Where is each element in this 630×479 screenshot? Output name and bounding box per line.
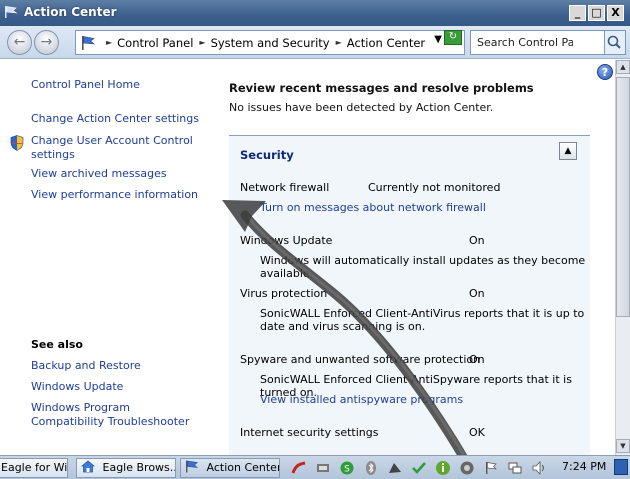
search-icon [607, 35, 621, 49]
home-icon [81, 460, 95, 473]
scroll-up-button[interactable]: ▲ [616, 60, 630, 74]
status-message: No issues have been detected by Action C… [229, 101, 494, 114]
removable-device-icon[interactable] [459, 460, 475, 476]
window-title: Action Center [24, 5, 117, 19]
taskbar: Eagle for Wi... Eagle Brows... Action Ce… [0, 455, 630, 479]
navigation-bar: ← → ► Control Panel ► System and Securit… [0, 26, 630, 59]
taskbar-item-label: Eagle for Wi... [1, 461, 68, 474]
windows-update-description: Windows will automatically install updat… [260, 254, 586, 280]
breadcrumb-system-and-security[interactable]: System and Security [211, 36, 330, 50]
change-action-center-settings-link[interactable]: Change Action Center settings [31, 112, 206, 126]
control-panel-home-link[interactable]: Control Panel Home [31, 78, 206, 92]
system-clock[interactable]: 7:24 PM [562, 460, 606, 473]
action-center-flag-icon[interactable] [483, 460, 499, 476]
spyware-protection-status: On [469, 353, 485, 366]
internet-security-settings-status: OK [469, 426, 485, 439]
taskbar-item-eagle-browser[interactable]: Eagle Brows... [76, 458, 176, 478]
virus-protection-status: On [469, 287, 485, 300]
svg-text:S: S [344, 465, 350, 475]
breadcrumb-action-center[interactable]: Action Center [347, 36, 425, 50]
taskbar-item-action-center[interactable]: Action Center [180, 458, 280, 478]
chevron-right-icon[interactable]: ► [199, 38, 205, 47]
network-firewall-label: Network firewall [240, 181, 330, 194]
windows-update-label: Windows Update [240, 234, 333, 247]
taskbar-item-label: Eagle Brows... [102, 461, 176, 474]
volume-icon[interactable] [531, 460, 547, 476]
control-panel-flag-icon [82, 36, 95, 50]
minimize-button[interactable]: _ [569, 5, 586, 21]
bluetooth-icon[interactable] [363, 460, 379, 476]
chevron-right-icon[interactable]: ► [336, 38, 342, 47]
spyware-protection-label: Spyware and unwanted software protection [240, 353, 481, 366]
search-input[interactable] [475, 34, 575, 51]
view-performance-information-link[interactable]: View performance information [31, 188, 206, 202]
main-content: Review recent messages and resolve probl… [210, 60, 615, 456]
virus-protection-label: Virus protection [240, 287, 328, 300]
security-section: Security ▲ Network firewall Currently no… [229, 136, 590, 456]
breadcrumb-control-panel[interactable]: Control Panel [117, 36, 193, 50]
security-shield-icon[interactable]: S [339, 460, 355, 476]
action-center-flag-icon [186, 460, 199, 473]
virus-protection-description: SonicWALL Enforced Client-AntiVirus repo… [260, 307, 585, 333]
turn-on-firewall-messages-link[interactable]: Turn on messages about network firewall [260, 201, 486, 214]
network-utility-icon[interactable] [387, 460, 403, 476]
program-compatibility-troubleshooter-link[interactable]: Windows Program Compatibility Troublesho… [31, 401, 191, 429]
view-archived-messages-link[interactable]: View archived messages [31, 167, 206, 181]
network-tool-icon[interactable] [315, 460, 331, 476]
windows-update-link[interactable]: Windows Update [31, 380, 206, 394]
close-button[interactable]: X [607, 5, 624, 21]
action-center-flag-icon [5, 6, 18, 18]
taskbar-item-eagle-for-windows[interactable]: Eagle for Wi... [0, 458, 68, 478]
checkmark-icon[interactable] [411, 460, 427, 476]
taskbar-item-label: Action Center [206, 461, 280, 474]
windows-update-status: On [469, 234, 485, 247]
maximize-button[interactable]: □ [588, 5, 605, 21]
see-also-heading: See also [31, 338, 83, 351]
back-button[interactable]: ← [7, 30, 32, 55]
forward-button[interactable]: → [34, 30, 59, 55]
address-dropdown-icon[interactable]: ▼ [434, 34, 442, 45]
collapse-section-button[interactable]: ▲ [559, 142, 577, 160]
internet-security-settings-label: Internet security settings [240, 426, 379, 439]
scroll-thumb[interactable] [616, 77, 630, 317]
info-icon[interactable] [435, 460, 451, 476]
left-nav-pane: Control Panel Home Change Action Center … [0, 60, 210, 455]
vertical-scrollbar[interactable]: ▲ ▼ [615, 60, 630, 455]
search-box [470, 30, 626, 55]
security-section-title[interactable]: Security [240, 148, 294, 162]
breadcrumb: ► Control Panel ► System and Security ► … [100, 31, 425, 54]
network-firewall-status: Currently not monitored [368, 181, 501, 194]
search-button[interactable] [604, 30, 626, 55]
scroll-down-button[interactable]: ▼ [616, 439, 630, 453]
address-bar[interactable]: ► Control Panel ► System and Security ► … [75, 30, 465, 55]
page-title: Review recent messages and resolve probl… [229, 81, 534, 95]
show-desktop-button[interactable] [614, 459, 628, 475]
view-installed-antispyware-link[interactable]: View installed antispyware programs [260, 393, 463, 406]
refresh-button[interactable]: ↻ [444, 30, 462, 45]
system-tray: S [287, 458, 587, 478]
uac-shield-icon [10, 135, 24, 151]
change-user-account-control-settings-link[interactable]: Change User Account Control settings [31, 134, 206, 162]
backup-and-restore-link[interactable]: Backup and Restore [31, 359, 206, 373]
tray-app-icon[interactable] [291, 460, 307, 476]
chevron-right-icon[interactable]: ► [106, 38, 112, 47]
window-controls: _ □ X [569, 5, 624, 21]
network-icon[interactable] [507, 460, 523, 476]
title-bar: Action Center _ □ X [0, 0, 630, 26]
